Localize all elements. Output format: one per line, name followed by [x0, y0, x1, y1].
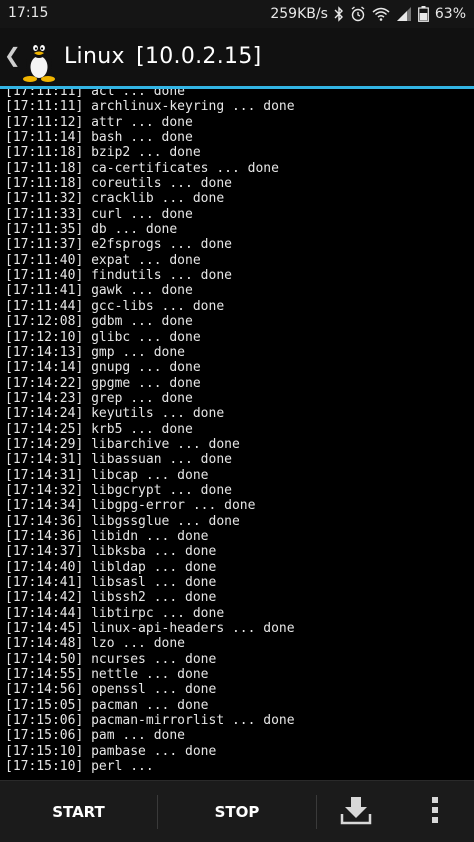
console-line: [17:11:14] bash ... done — [5, 130, 193, 146]
console-line: [17:11:18] coreutils ... done — [5, 176, 232, 192]
console-line: [17:14:41] libsasl ... done — [5, 575, 217, 590]
console-line: [17:11:44] gcc-libs ... done — [5, 298, 225, 314]
console-line: [17:14:29] libarchive ... done — [5, 436, 240, 452]
console-output[interactable]: [17:11:11] acl ... done [17:11:11] archli… — [0, 89, 474, 780]
console-line: [17:14:44] libtirpc ... done — [5, 605, 225, 621]
console-line: [17:14:24] keyutils ... done — [5, 406, 225, 422]
console-line: [17:11:41] gawk ... done — [5, 283, 193, 299]
battery-percent: 63% — [434, 6, 466, 22]
console-line: [17:15:05] pacman ... done — [5, 697, 209, 713]
console-line: [17:14:23] grep ... done — [5, 390, 193, 406]
status-time: 17:15 — [8, 5, 49, 21]
app-bar: ❮ Linux [10.0.2.15] — [0, 28, 474, 86]
bottom-toolbar: START STOP — [0, 780, 474, 842]
app-title: Linux [10.0.2.15] — [64, 44, 262, 69]
wifi-icon — [372, 7, 390, 21]
network-speed: 259KB/s — [270, 6, 328, 22]
console-line: [17:14:32] libgcrypt ... done — [5, 482, 232, 498]
console-line: [17:12:08] gdbm ... done — [5, 314, 193, 330]
console-line: [17:11:37] e2fsprogs ... done — [5, 237, 232, 253]
console-line: [17:14:56] openssl ... done — [5, 682, 217, 698]
console-line: [17:11:32] cracklib ... done — [5, 191, 225, 207]
console-line: [17:11:11] acl ... done — [5, 89, 186, 99]
bluetooth-icon — [334, 6, 344, 22]
download-icon — [340, 795, 372, 829]
console-line: [17:15:06] pam ... done — [5, 728, 186, 744]
signal-icon — [396, 7, 412, 21]
console-line: [17:11:11] archlinux-keyring ... done — [5, 99, 295, 115]
console-line: [17:11:33] curl ... done — [5, 206, 193, 222]
console-line: [17:12:10] glibc ... done — [5, 329, 201, 345]
console-line: [17:14:34] libgpg-error ... done — [5, 498, 256, 514]
overflow-menu-button[interactable] — [395, 781, 474, 842]
download-button[interactable] — [317, 781, 395, 842]
console-line: [17:14:31] libcap ... done — [5, 467, 209, 483]
console-line: [17:11:40] expat ... done — [5, 252, 201, 268]
console-line: [17:11:18] ca-certificates ... done — [5, 160, 279, 176]
console-line: [17:14:25] krb5 ... done — [5, 421, 193, 437]
console-line: [17:14:48] lzo ... done — [5, 636, 186, 652]
stop-button[interactable]: STOP — [158, 781, 316, 842]
console-line: [17:15:06] pacman-mirrorlist ... done — [5, 713, 295, 729]
console-line: [17:14:37] libksba ... done — [5, 544, 217, 560]
console-line: [17:11:35] db ... done — [5, 222, 178, 238]
console-line: [17:11:12] attr ... done — [5, 114, 193, 130]
console-line: [17:14:50] ncurses ... done — [5, 651, 217, 667]
console-line: [17:14:45] linux-api-headers ... done — [5, 621, 295, 637]
console-line: [17:14:36] libgssglue ... done — [5, 513, 240, 529]
console-line: [17:14:36] libidn ... done — [5, 528, 209, 544]
console-line: [17:11:18] bzip2 ... done — [5, 145, 201, 161]
console-line: [17:14:40] libldap ... done — [5, 559, 217, 575]
console-line: [17:11:40] findutils ... done — [5, 268, 232, 284]
battery-icon — [417, 6, 429, 22]
console-line: [17:14:31] libassuan ... done — [5, 452, 232, 468]
console-lines: [17:11:11] acl ... done [17:11:11] archli… — [5, 89, 295, 774]
tux-penguin-icon[interactable] — [20, 38, 58, 82]
console-line: [17:14:13] gmp ... done — [5, 344, 186, 360]
status-icons: 259KB/s 63% — [270, 5, 466, 23]
console-line: [17:15:10] perl ... — [5, 759, 154, 775]
console-line: [17:14:22] gpgme ... done — [5, 375, 201, 391]
console-line: [17:14:42] libssh2 ... done — [5, 590, 217, 606]
back-chevron-icon[interactable]: ❮ — [4, 45, 21, 65]
alarm-icon — [350, 6, 366, 22]
overflow-menu-icon — [431, 796, 439, 828]
console-line: [17:14:55] nettle ... done — [5, 667, 209, 683]
start-button[interactable]: START — [0, 781, 157, 842]
status-bar: 17:15 259KB/s 63% — [0, 0, 474, 28]
console-line: [17:14:14] gnupg ... done — [5, 360, 201, 376]
console-line: [17:15:10] pambase ... done — [5, 743, 217, 759]
